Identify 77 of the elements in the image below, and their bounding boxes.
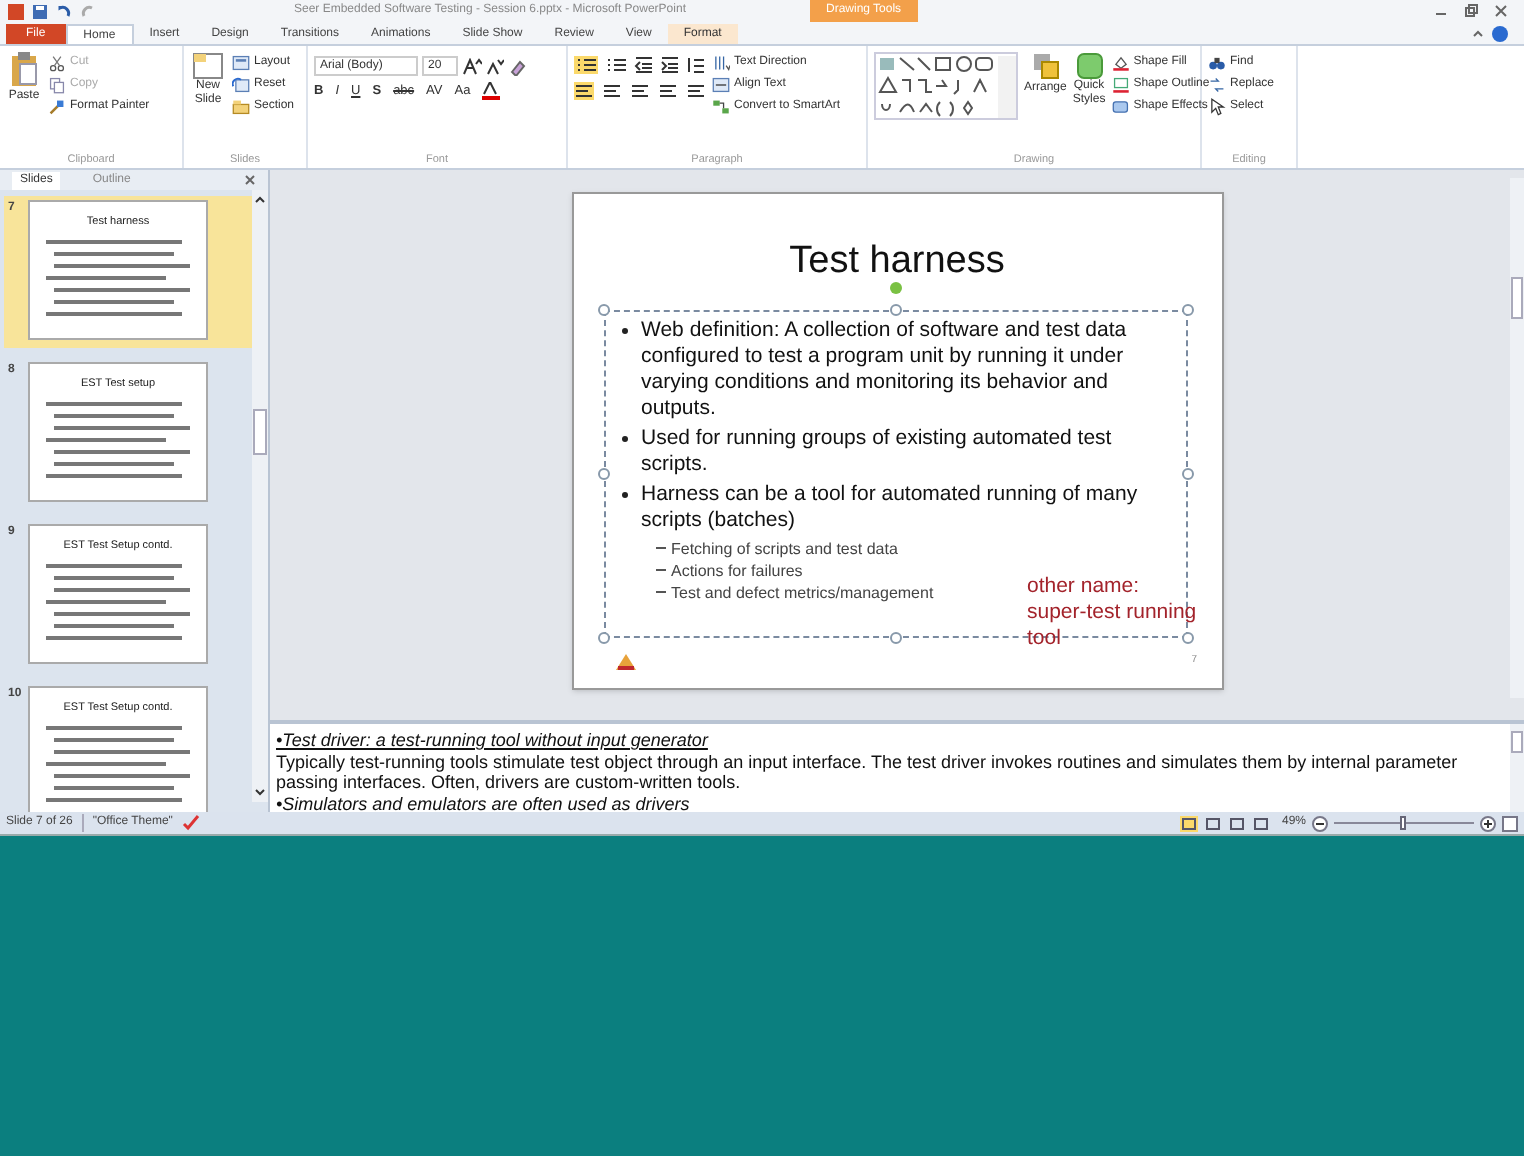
powerpoint-logo-icon xyxy=(8,3,24,19)
align-right-icon[interactable] xyxy=(630,82,650,100)
bullet-icon xyxy=(621,436,627,442)
bullet-text: Harness can be a tool for automated running of many scripts (batches) xyxy=(641,482,1140,534)
resize-handle[interactable] xyxy=(597,304,609,316)
normal-view-icon[interactable] xyxy=(1179,815,1198,831)
zoom-in-icon[interactable] xyxy=(1480,815,1496,831)
align-center-icon[interactable] xyxy=(602,82,622,100)
scrollbar[interactable] xyxy=(1510,178,1524,698)
clear-formatting-icon[interactable] xyxy=(508,57,526,75)
grow-font-icon[interactable] xyxy=(462,57,482,75)
annotation-text: super-test running xyxy=(1027,600,1197,626)
align-left-icon[interactable] xyxy=(574,82,594,100)
zoom-out-icon[interactable] xyxy=(1312,815,1328,831)
notes-text: Typically test-running tools stimulate test object through an input interface. The test driver invokes routines and simulates them by internal parameter passing interfaces. Often, drivers are custom-written tools. xyxy=(276,751,1460,793)
close-icon[interactable] xyxy=(1494,4,1508,18)
bullet-text: Used for running groups of existing automated test scripts. xyxy=(641,426,1114,478)
slide-title: Test harness xyxy=(787,240,1007,284)
sub-bullet-text: Actions for failures xyxy=(671,560,803,582)
align-icon xyxy=(712,76,730,94)
annotation-text: other name: xyxy=(1027,574,1140,600)
fit-slide-icon[interactable] xyxy=(1502,815,1518,831)
resize-handle[interactable] xyxy=(597,468,609,480)
rotate-handle[interactable] xyxy=(889,282,901,294)
notes-text: •Test driver: a test-running tool without input generator xyxy=(276,730,711,751)
layout-icon xyxy=(232,54,250,72)
slide-icon xyxy=(192,52,224,80)
reset-icon xyxy=(232,76,250,94)
decrease-indent-icon[interactable] xyxy=(634,56,652,74)
resize-handle[interactable] xyxy=(1181,632,1193,644)
style-swatch-icon xyxy=(1075,52,1104,80)
fill-icon xyxy=(1111,54,1130,72)
justify-icon[interactable] xyxy=(658,82,678,100)
text-direction-icon xyxy=(712,54,730,72)
line-spacing-icon[interactable] xyxy=(686,56,704,74)
cursor-icon xyxy=(1208,98,1226,116)
sub-bullet-text: Test and defect metrics/management xyxy=(671,582,934,604)
collapse-ribbon-icon[interactable] xyxy=(1472,28,1484,40)
logo-icon xyxy=(613,652,637,672)
resize-handle[interactable] xyxy=(1181,304,1193,316)
close-icon[interactable] xyxy=(244,174,256,186)
bullet-text: Web definition: A collection of software and test data configured to test a program unit by running it under varying conditions and monitoring its behavior and outputs. xyxy=(641,318,1129,422)
bullet-icon xyxy=(621,328,627,334)
slideshow-icon[interactable] xyxy=(1251,815,1270,831)
outline-icon xyxy=(1111,76,1130,94)
replace-icon xyxy=(1208,76,1226,94)
slider-thumb[interactable] xyxy=(1400,816,1406,830)
copy-icon xyxy=(48,76,66,94)
notes-text: •Simulators and emulators are often used as drivers xyxy=(276,793,692,814)
clipboard-icon xyxy=(10,52,38,88)
resize-handle[interactable] xyxy=(597,632,609,644)
smartart-icon xyxy=(712,98,730,116)
bullets-icon[interactable] xyxy=(574,56,598,74)
reading-view-icon[interactable] xyxy=(1227,815,1246,831)
shrink-font-icon[interactable] xyxy=(486,57,504,75)
spell-check-icon[interactable] xyxy=(182,814,201,832)
resize-handle[interactable] xyxy=(1181,468,1193,480)
binoculars-icon xyxy=(1208,54,1226,72)
restore-icon[interactable] xyxy=(1464,4,1478,18)
annotation-text: tool xyxy=(1027,626,1061,652)
columns-icon[interactable] xyxy=(686,82,706,100)
stacked-squares-icon xyxy=(1031,52,1060,80)
numbering-icon[interactable] xyxy=(606,56,626,74)
resize-handle[interactable] xyxy=(889,304,901,316)
undo-icon[interactable] xyxy=(56,3,72,19)
save-icon[interactable] xyxy=(32,3,48,19)
resize-handle[interactable] xyxy=(889,632,901,644)
sub-bullet-text: Fetching of scripts and test data xyxy=(671,538,898,560)
scissors-icon xyxy=(48,54,66,72)
scrollbar[interactable] xyxy=(1510,724,1524,812)
font-color-icon[interactable] xyxy=(482,82,501,101)
slide-sorter-icon[interactable] xyxy=(1203,815,1222,831)
effects-icon xyxy=(1111,98,1130,116)
brush-icon xyxy=(48,98,66,116)
increase-indent-icon[interactable] xyxy=(660,56,678,74)
bullet-icon xyxy=(621,492,627,498)
help-icon[interactable] xyxy=(1492,26,1508,42)
